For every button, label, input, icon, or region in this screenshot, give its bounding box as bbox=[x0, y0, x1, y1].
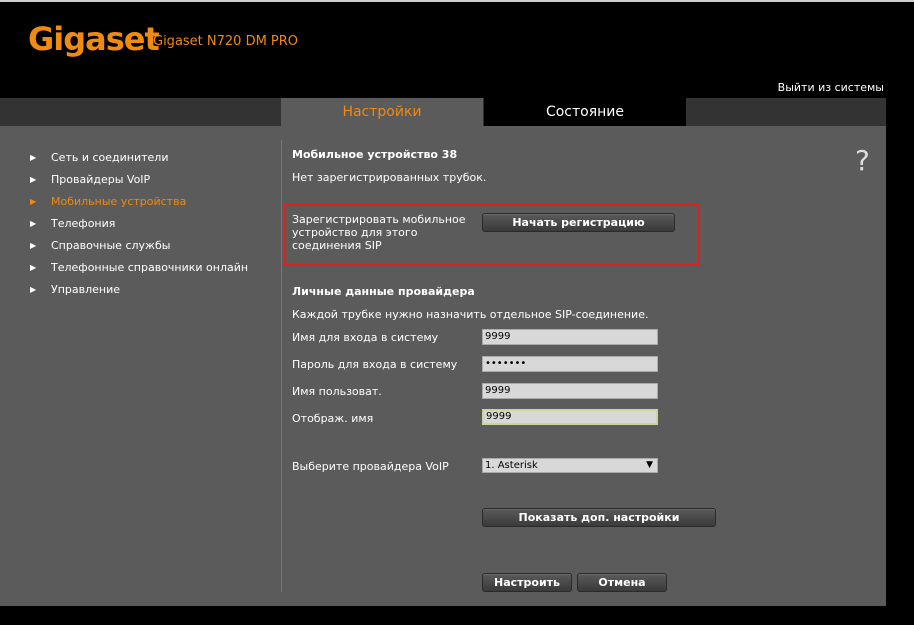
sidebar-item-label: Телефонные справочники онлайн bbox=[51, 260, 249, 274]
provider-section-title: Личные данные провайдера bbox=[292, 285, 475, 298]
sidebar-item-label: Сеть и соединители bbox=[51, 150, 169, 164]
tab-status[interactable]: Состояние bbox=[484, 98, 686, 126]
login-name-input[interactable]: 9999 bbox=[482, 329, 658, 345]
sidebar-item-mobile-devices[interactable]: ▶ Мобильные устройства bbox=[30, 190, 280, 212]
sidebar-item-telephony[interactable]: ▶ Телефония bbox=[30, 212, 280, 234]
sidebar-item-online-directories[interactable]: ▶ Телефонные справочники онлайн bbox=[30, 256, 280, 278]
top-rule bbox=[0, 0, 914, 2]
apply-button[interactable]: Настроить bbox=[482, 573, 572, 592]
sidebar-item-network[interactable]: ▶ Сеть и соединители bbox=[30, 146, 280, 168]
provider-select-label: Выберите провайдера VoIP bbox=[292, 460, 449, 473]
display-name-label: Отображ. имя bbox=[292, 412, 374, 425]
provider-note: Каждой трубке нужно назначить отдельное … bbox=[292, 308, 649, 321]
triangle-right-icon: ▶ bbox=[30, 262, 37, 272]
sidebar-nav: ▶ Сеть и соединители ▶ Провайдеры VoIP ▶… bbox=[30, 146, 280, 300]
password-input[interactable]: ••••••• bbox=[482, 356, 658, 372]
gigaset-logo: Gigaset bbox=[28, 20, 160, 58]
triangle-right-icon: ▶ bbox=[30, 218, 37, 228]
triangle-right-icon: ▶ bbox=[30, 196, 37, 206]
no-handsets-text: Нет зарегистрированных трубок. bbox=[292, 171, 487, 184]
voip-provider-select[interactable]: 1. Asterisk ▼ bbox=[482, 458, 658, 473]
dropdown-arrow-icon: ▼ bbox=[646, 460, 653, 470]
triangle-right-icon: ▶ bbox=[30, 174, 37, 184]
user-name-input[interactable]: 9999 bbox=[482, 383, 658, 399]
password-label: Пароль для входа в систему bbox=[292, 358, 458, 371]
sidebar-item-label: Справочные службы bbox=[51, 238, 171, 252]
tab-settings[interactable]: Настройки bbox=[281, 98, 483, 126]
register-label: Зарегистрировать мобильное устройство дл… bbox=[292, 213, 466, 252]
triangle-right-icon: ▶ bbox=[30, 240, 37, 250]
panel-divider bbox=[281, 140, 282, 592]
logout-link[interactable]: Выйти из системы bbox=[778, 81, 884, 94]
sidebar-item-info-services[interactable]: ▶ Справочные службы bbox=[30, 234, 280, 256]
sidebar-item-label: Провайдеры VoIP bbox=[51, 172, 151, 186]
user-name-label: Имя пользоват. bbox=[292, 385, 382, 398]
sidebar-item-label: Телефония bbox=[51, 216, 116, 230]
sidebar-item-management[interactable]: ▶ Управление bbox=[30, 278, 280, 300]
sidebar-item-label: Управление bbox=[51, 282, 121, 296]
voip-provider-select-value: 1. Asterisk bbox=[485, 460, 538, 471]
help-icon[interactable]: ? bbox=[855, 144, 870, 177]
device-model: Gigaset N720 DM PRO bbox=[153, 34, 299, 49]
login-name-label: Имя для входа в систему bbox=[292, 331, 439, 344]
display-name-input[interactable]: 9999 bbox=[482, 409, 658, 425]
page-title: Мобильное устройство 38 bbox=[292, 148, 458, 161]
triangle-right-icon: ▶ bbox=[30, 152, 37, 162]
start-registration-button[interactable]: Начать регистрацию bbox=[482, 213, 675, 232]
triangle-right-icon: ▶ bbox=[30, 284, 37, 294]
cancel-button[interactable]: Отмена bbox=[577, 573, 667, 592]
show-advanced-settings-button[interactable]: Показать доп. настройки bbox=[482, 508, 716, 527]
sidebar-item-voip-providers[interactable]: ▶ Провайдеры VoIP bbox=[30, 168, 280, 190]
sidebar-item-label: Мобильные устройства bbox=[51, 194, 187, 208]
